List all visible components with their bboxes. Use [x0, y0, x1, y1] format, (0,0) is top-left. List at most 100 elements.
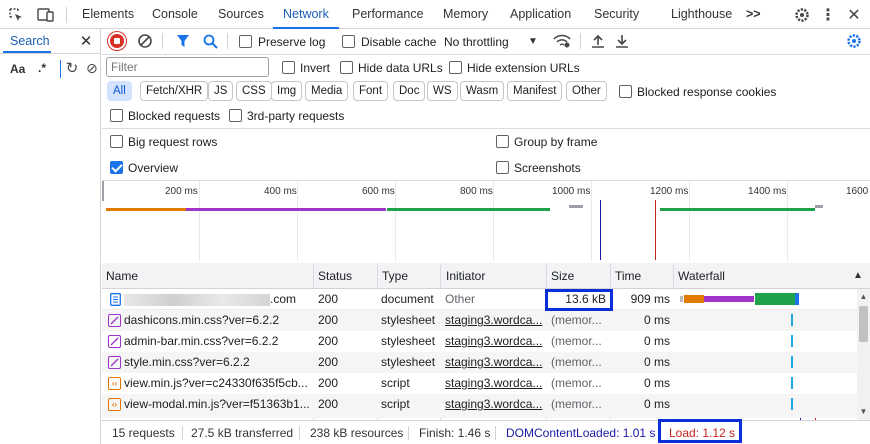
tab-elements[interactable]: Elements [82, 0, 134, 29]
big-request-rows-checkbox[interactable] [110, 135, 123, 148]
document-icon [108, 292, 122, 306]
table-row[interactable]: admin-bar.min.css?ver=6.2.2 200 styleshe… [102, 331, 857, 352]
scrollbar-thumb[interactable] [859, 306, 868, 342]
tab-security[interactable]: Security [594, 0, 639, 29]
request-time: 0 ms [643, 376, 670, 390]
blocked-response-cookies-checkbox[interactable] [619, 85, 632, 98]
scroll-down-icon[interactable]: ▼ [858, 406, 869, 416]
chip-wasm[interactable]: Wasm [460, 81, 505, 101]
chip-fetch-xhr[interactable]: Fetch/XHR [140, 81, 209, 101]
table-scrollbar[interactable]: ▲ ▼ [857, 289, 870, 420]
gear-icon[interactable] [792, 5, 812, 25]
requests-count: 15 requests [112, 426, 175, 440]
import-har-icon[interactable] [589, 32, 607, 50]
chip-ws[interactable]: WS [427, 81, 458, 101]
request-name: dashicons.min.css?ver=6.2.2 [124, 313, 280, 327]
table-row[interactable]: ‹› view-modal.min.js?ver=f51363b1... 200… [102, 394, 857, 418]
regex-button[interactable]: .* [38, 61, 46, 75]
more-tabs-button[interactable]: >> [746, 0, 761, 29]
overview-checkbox[interactable] [110, 161, 123, 174]
tab-application[interactable]: Application [510, 0, 571, 29]
table-row[interactable]: ‹› view.min.js?ver=c24330f635f5cb... 200… [102, 373, 857, 394]
chip-font[interactable]: Font [353, 81, 389, 101]
column-header-time[interactable]: Time [615, 263, 641, 289]
close-devtools-icon[interactable]: ✕ [845, 5, 863, 25]
tab-lighthouse[interactable]: Lighthouse [671, 0, 732, 29]
chip-css[interactable]: CSS [236, 81, 272, 101]
table-row[interactable]: .com 200 document Other 13.6 kB 909 ms [102, 289, 857, 310]
column-header-name[interactable]: Name [106, 263, 138, 289]
blocked-requests-label: Blocked requests [128, 109, 221, 123]
preserve-log-checkbox[interactable] [239, 35, 252, 48]
overview-bar-script [387, 208, 550, 211]
column-header-initiator[interactable]: Initiator [446, 263, 485, 289]
filter-icon[interactable] [174, 32, 192, 50]
invert-checkbox[interactable] [282, 61, 295, 74]
waterfall-bar [791, 314, 793, 326]
request-status: 200 [318, 397, 339, 411]
clear-search-icon[interactable]: ⊘ [86, 59, 100, 77]
request-initiator-link[interactable]: staging3.wordca... [445, 310, 545, 331]
sort-ascending-icon[interactable]: ▲ [852, 267, 864, 283]
script-icon: ‹› [108, 398, 121, 411]
column-header-type[interactable]: Type [382, 263, 408, 289]
tab-memory[interactable]: Memory [443, 0, 488, 29]
column-header-size[interactable]: Size [551, 263, 574, 289]
export-har-icon[interactable] [613, 32, 631, 50]
stylesheet-icon [108, 356, 121, 369]
waterfall-bar [791, 335, 793, 347]
inspect-element-icon[interactable] [7, 6, 25, 24]
tab-performance[interactable]: Performance [352, 0, 424, 29]
request-initiator-link[interactable]: staging3.wordca... [445, 394, 545, 415]
tab-sources[interactable]: Sources [218, 0, 264, 29]
request-initiator-link[interactable]: staging3.wordca... [445, 373, 545, 394]
chip-media[interactable]: Media [305, 81, 349, 101]
chip-other[interactable]: Other [566, 81, 607, 101]
chip-doc[interactable]: Doc [393, 81, 426, 101]
table-row[interactable]: style.min.css?ver=6.2.2 200 stylesheet s… [102, 352, 857, 373]
chevron-down-icon[interactable]: ▼ [527, 33, 539, 49]
tab-network[interactable]: Network [273, 0, 339, 29]
group-by-frame-checkbox[interactable] [496, 135, 509, 148]
match-case-button[interactable]: Aa [10, 62, 25, 76]
request-status: 200 [318, 313, 339, 327]
hide-extension-urls-checkbox[interactable] [449, 61, 462, 74]
close-search-icon[interactable]: ✕ [78, 32, 94, 50]
request-initiator-link[interactable]: staging3.wordca... [445, 352, 545, 373]
scroll-up-icon[interactable]: ▲ [858, 291, 869, 301]
throttling-select[interactable]: No throttling [444, 35, 509, 49]
blocked-requests-checkbox[interactable] [110, 109, 123, 122]
chip-js[interactable]: JS [208, 81, 234, 101]
load-highlight-box [658, 419, 742, 443]
search-tab[interactable]: Search ✕ [0, 29, 101, 54]
tab-console[interactable]: Console [152, 0, 198, 29]
search-icon[interactable] [201, 32, 219, 50]
waterfall-bar-script [755, 293, 795, 305]
dom-content-loaded-marker [600, 200, 601, 260]
status-bar: 15 requests 27.5 kB transferred 238 kB r… [102, 419, 870, 444]
screenshots-checkbox[interactable] [496, 161, 509, 174]
chip-all[interactable]: All [107, 81, 132, 101]
network-conditions-icon[interactable] [552, 32, 572, 50]
hide-data-urls-checkbox[interactable] [340, 61, 353, 74]
chip-img[interactable]: Img [271, 81, 303, 101]
device-toolbar-icon[interactable] [36, 6, 56, 24]
size-highlight-box [545, 289, 613, 311]
filter-input[interactable] [106, 57, 269, 77]
third-party-requests-checkbox[interactable] [229, 109, 242, 122]
table-row[interactable]: dashicons.min.css?ver=6.2.2 200 styleshe… [102, 310, 857, 331]
clear-icon[interactable] [136, 32, 154, 50]
request-size: (memor... [551, 376, 602, 390]
refresh-icon[interactable]: ↻ [64, 59, 80, 77]
request-initiator-link[interactable]: staging3.wordca... [445, 331, 545, 352]
disable-cache-checkbox[interactable] [342, 35, 355, 48]
record-icon[interactable] [110, 34, 124, 48]
column-header-waterfall[interactable]: Waterfall [678, 263, 725, 289]
chip-manifest[interactable]: Manifest [507, 81, 563, 101]
network-settings-gear-icon[interactable] [844, 32, 864, 50]
request-time: 0 ms [643, 397, 670, 411]
request-name: view.min.js?ver=c24330f635f5cb... [124, 376, 308, 390]
more-options-icon[interactable]: ⋮ [820, 5, 836, 25]
request-name: admin-bar.min.css?ver=6.2.2 [124, 334, 279, 348]
column-header-status[interactable]: Status [318, 263, 352, 289]
